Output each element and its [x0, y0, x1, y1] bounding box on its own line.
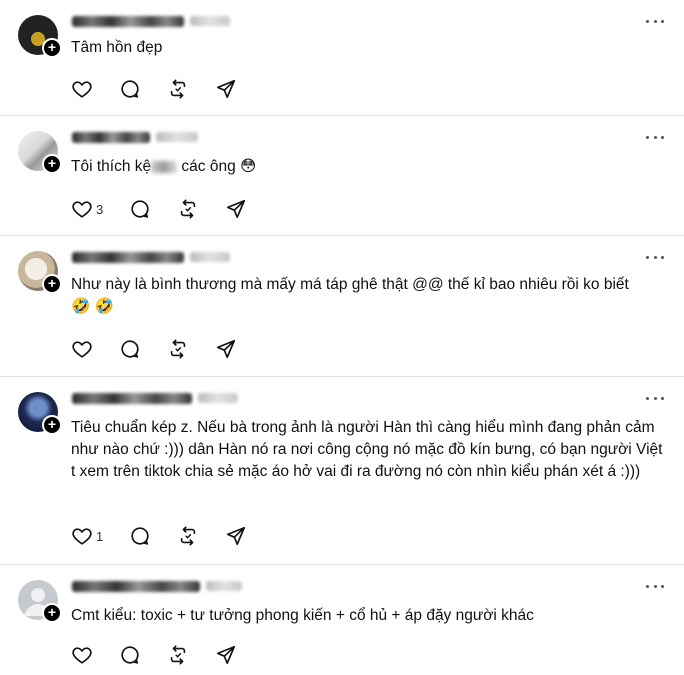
like-button[interactable]: 1	[71, 524, 129, 548]
comment-button[interactable]	[119, 337, 167, 361]
username[interactable]	[72, 15, 184, 27]
blurred-word	[151, 160, 178, 173]
repost-button[interactable]	[167, 337, 215, 361]
repost-button[interactable]	[177, 524, 225, 548]
plus-icon[interactable]: +	[42, 154, 62, 174]
post: + Tôi thích kệ các ông 😳 3	[0, 116, 684, 236]
send-icon	[216, 645, 236, 665]
author-meta	[72, 578, 242, 594]
plus-icon[interactable]: +	[42, 38, 62, 58]
like-button[interactable]	[71, 77, 119, 101]
more-icon[interactable]	[646, 12, 664, 30]
username[interactable]	[72, 251, 184, 263]
heart-icon	[72, 81, 92, 98]
comment-icon	[131, 200, 149, 218]
post: + Tâm hồn đẹp	[0, 0, 684, 116]
plus-icon[interactable]: +	[42, 603, 62, 623]
action-bar	[71, 337, 263, 361]
more-icon[interactable]	[646, 577, 664, 595]
like-button[interactable]	[71, 643, 119, 667]
action-bar	[71, 643, 263, 667]
more-icon[interactable]	[646, 248, 664, 266]
comment-button[interactable]	[119, 77, 167, 101]
avatar[interactable]: +	[18, 131, 62, 174]
comment-button[interactable]	[119, 643, 167, 667]
author-meta	[72, 249, 230, 265]
share-button[interactable]	[225, 197, 273, 221]
like-button[interactable]	[71, 337, 119, 361]
comment-icon	[121, 646, 139, 664]
comment-button[interactable]	[129, 524, 177, 548]
avatar[interactable]: +	[18, 580, 62, 623]
post-text-line: Như này là bình thương mà mấy má táp ghê…	[71, 276, 629, 293]
post-text: Tôi thích kệ các ông 😳	[71, 156, 666, 178]
like-count: 1	[96, 528, 104, 544]
action-bar: 3	[71, 197, 273, 221]
repost-icon	[180, 526, 196, 546]
plus-icon[interactable]: +	[42, 274, 62, 294]
repost-button[interactable]	[167, 643, 215, 667]
timestamp	[190, 16, 230, 26]
avatar[interactable]: +	[18, 15, 62, 58]
repost-icon	[170, 645, 186, 665]
flushed-face-emoji: 😳	[240, 158, 257, 175]
username[interactable]	[72, 580, 200, 592]
author-meta	[72, 390, 238, 406]
send-icon	[216, 339, 236, 359]
share-button[interactable]	[225, 524, 273, 548]
action-bar	[71, 77, 263, 101]
timestamp	[198, 393, 238, 403]
repost-icon	[170, 339, 186, 359]
repost-icon	[180, 199, 196, 219]
repost-button[interactable]	[167, 77, 215, 101]
action-bar: 1	[71, 524, 273, 548]
heart-icon	[72, 528, 92, 545]
comment-icon	[121, 80, 139, 98]
author-meta	[72, 129, 198, 145]
share-button[interactable]	[215, 337, 263, 361]
laughing-emoji-line: 🤣 🤣	[71, 298, 114, 315]
avatar[interactable]: +	[18, 251, 62, 294]
post-text: Tâm hồn đẹp	[71, 39, 163, 56]
post: + Tiêu chuẩn kép z. Nếu bà trong ảnh là …	[0, 377, 684, 565]
timestamp	[156, 132, 198, 142]
send-icon	[226, 526, 246, 546]
comment-icon	[131, 527, 149, 545]
post-text: Cmt kiểu: toxic + tư tưởng phong kiến + …	[71, 607, 534, 624]
author-meta	[72, 13, 230, 29]
send-icon	[216, 79, 236, 99]
more-icon[interactable]	[646, 128, 664, 146]
username[interactable]	[72, 131, 150, 143]
post-text: Như này là bình thương mà mấy má táp ghê…	[71, 274, 666, 318]
post-text-start: Tôi thích kệ	[71, 158, 152, 175]
comment-icon	[121, 340, 139, 358]
share-button[interactable]	[215, 643, 263, 667]
heart-icon	[72, 341, 92, 358]
heart-icon	[72, 647, 92, 664]
like-button[interactable]: 3	[71, 197, 129, 221]
repost-icon	[170, 79, 186, 99]
username[interactable]	[72, 392, 192, 404]
like-count: 3	[96, 201, 104, 217]
heart-icon	[72, 201, 92, 218]
share-button[interactable]	[215, 77, 263, 101]
more-icon[interactable]	[646, 389, 664, 407]
post-text-end: các ông	[177, 158, 241, 175]
send-icon	[226, 199, 246, 219]
post: + Cmt kiểu: toxic + tư tưởng phong kiến …	[0, 565, 684, 675]
post: + Như này là bình thương mà mấy má táp g…	[0, 236, 684, 377]
timestamp	[190, 252, 230, 262]
repost-button[interactable]	[177, 197, 225, 221]
post-text: Tiêu chuẩn kép z. Nếu bà trong ảnh là ng…	[71, 419, 663, 480]
plus-icon[interactable]: +	[42, 415, 62, 435]
timestamp	[206, 581, 242, 591]
avatar[interactable]: +	[18, 392, 62, 435]
comment-button[interactable]	[129, 197, 177, 221]
